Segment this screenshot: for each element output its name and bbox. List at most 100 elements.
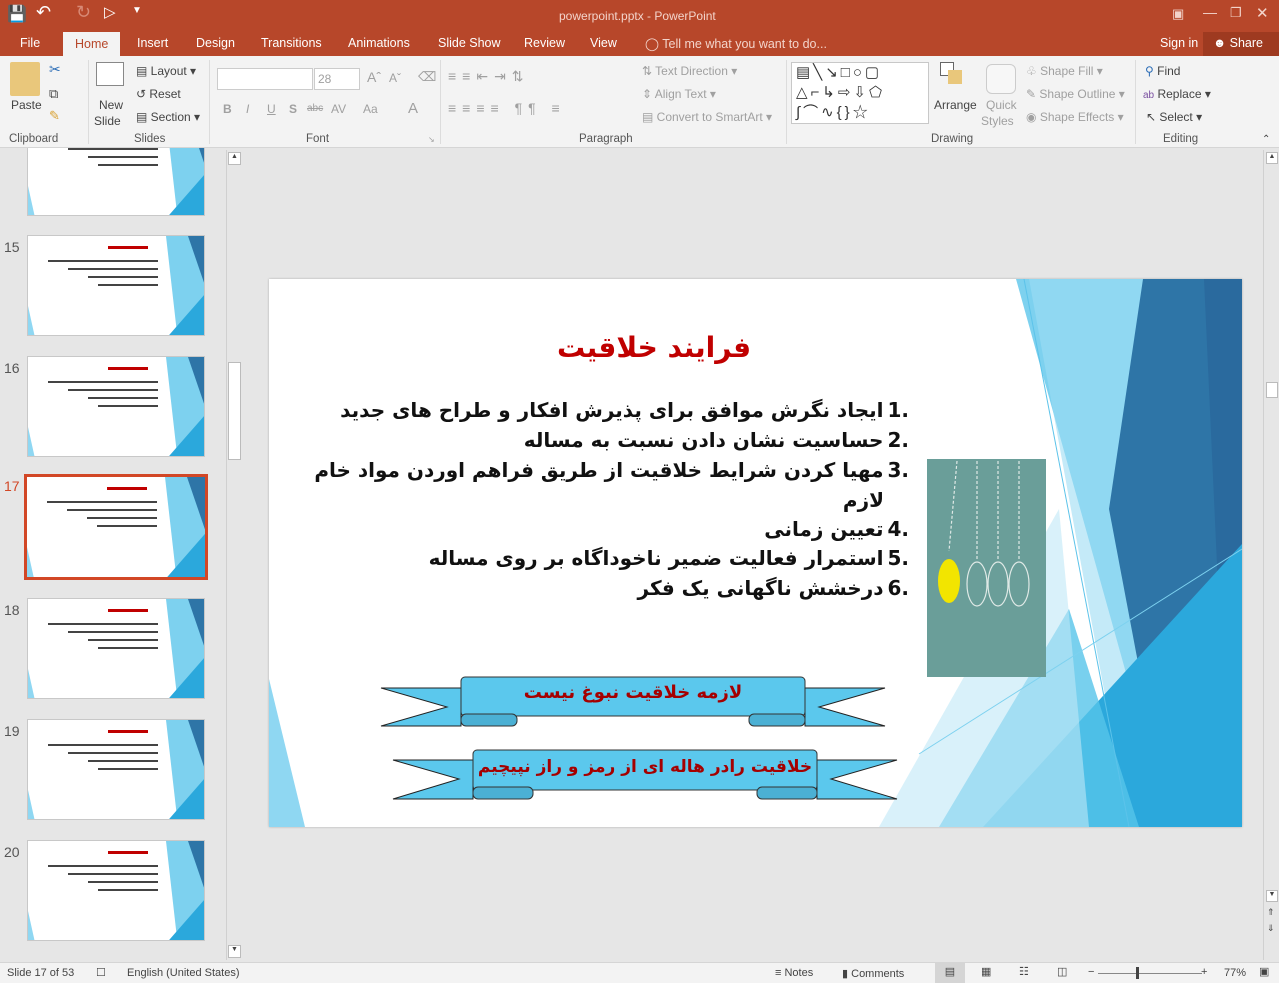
font-name-input[interactable] bbox=[217, 68, 313, 90]
slide-canvas[interactable]: فرایند خلاقیت 1.ایجاد نگرش موافق برای پذ… bbox=[269, 279, 1242, 827]
scroll-down-icon[interactable]: ▼ bbox=[1266, 890, 1278, 902]
new-slide-button-2[interactable]: Slide bbox=[94, 114, 121, 128]
zoom-in-icon[interactable]: + bbox=[1201, 966, 1207, 978]
collapse-ribbon-icon[interactable]: ⌃ bbox=[1262, 134, 1270, 145]
italic-button[interactable]: I bbox=[246, 102, 249, 116]
convert-smartart-button[interactable]: ▤ Convert to SmartArt ▾ bbox=[642, 110, 772, 124]
bullet-item[interactable]: 6.درخشش ناگهانی یک فکر bbox=[638, 576, 909, 600]
zoom-out-icon[interactable]: − bbox=[1088, 966, 1094, 978]
shapes-gallery[interactable]: ▤╲↘□○▢ △⌐↳⇨⇩⬠ ∫⌒∿{}☆ bbox=[791, 62, 929, 124]
section-button[interactable]: ▤ Section ▾ bbox=[136, 110, 200, 124]
bullet-item[interactable]: 2.حساسیت نشان دادن نسبت به مساله bbox=[524, 428, 909, 452]
notes-button[interactable]: ≡ Notes bbox=[775, 967, 813, 979]
scroll-up-icon[interactable]: ▲ bbox=[1266, 152, 1278, 164]
slide-thumbnail[interactable] bbox=[27, 840, 205, 941]
next-slide-icon[interactable]: ⇓ bbox=[1267, 923, 1275, 934]
copy-icon[interactable]: ⧉ bbox=[49, 86, 58, 102]
list-buttons[interactable]: ≡≡⇤⇥⇅ bbox=[448, 68, 530, 85]
slide-thumbnail[interactable] bbox=[27, 598, 205, 699]
slide-title[interactable]: فرایند خلاقیت bbox=[419, 331, 889, 364]
change-case-button[interactable]: Aa bbox=[363, 102, 378, 116]
spell-check-icon[interactable]: ☐ bbox=[96, 966, 106, 979]
tab-file[interactable]: File bbox=[20, 36, 40, 50]
save-icon[interactable]: 💾 bbox=[7, 4, 27, 24]
scrollbar-thumb[interactable] bbox=[228, 362, 241, 460]
font-dialog-launcher-icon[interactable]: ↘ bbox=[428, 135, 435, 144]
restore-icon[interactable]: ❐ bbox=[1230, 5, 1242, 21]
language-indicator[interactable]: English (United States) bbox=[127, 967, 240, 979]
scrollbar-thumb[interactable] bbox=[1266, 382, 1278, 398]
tab-home[interactable]: Home bbox=[63, 32, 121, 56]
slide-show-icon[interactable]: ◫ bbox=[1057, 965, 1067, 978]
thumbnails-scrollbar[interactable]: ▲ ▼ bbox=[226, 150, 242, 960]
increase-font-icon[interactable]: Aˆ bbox=[367, 69, 381, 85]
redo-icon[interactable]: ↻ bbox=[76, 2, 91, 23]
slide-thumbnail[interactable] bbox=[27, 719, 205, 820]
minimize-icon[interactable]: — bbox=[1203, 4, 1217, 20]
clear-formatting-icon[interactable]: ⌫ bbox=[418, 69, 436, 85]
editor-scrollbar[interactable]: ▲ ▼ ⇑ ⇓ bbox=[1263, 150, 1279, 960]
text-direction-button[interactable]: ⇅ Text Direction ▾ bbox=[642, 64, 737, 78]
zoom-level[interactable]: 77% bbox=[1224, 967, 1246, 979]
scroll-down-icon[interactable]: ▼ bbox=[228, 945, 241, 958]
tab-design[interactable]: Design bbox=[196, 36, 235, 50]
cut-icon[interactable]: ✂ bbox=[49, 61, 61, 78]
bullet-item[interactable]: لازم bbox=[843, 488, 884, 512]
paste-button[interactable]: Paste bbox=[11, 98, 42, 112]
arrange-icon[interactable] bbox=[940, 62, 966, 90]
bullet-item[interactable]: 4.تعیین زمانی bbox=[764, 517, 909, 541]
tab-review[interactable]: Review bbox=[524, 36, 565, 50]
font-size-input[interactable]: 28 bbox=[314, 68, 360, 90]
slide-thumbnail[interactable] bbox=[27, 356, 205, 457]
close-icon[interactable]: ✕ bbox=[1256, 4, 1269, 22]
new-slide-icon[interactable] bbox=[96, 62, 124, 86]
undo-icon[interactable]: ↶ bbox=[36, 2, 51, 23]
quick-styles-button-2[interactable]: Styles bbox=[981, 114, 1014, 128]
tell-me-search[interactable]: ◯ Tell me what you want to do... bbox=[645, 36, 827, 51]
shape-outline-button[interactable]: ✎ Shape Outline ▾ bbox=[1026, 87, 1125, 101]
layout-button[interactable]: ▤ Layout ▾ bbox=[136, 64, 196, 78]
new-slide-button[interactable]: New bbox=[99, 98, 123, 112]
replace-button[interactable]: ab Replace ▾ bbox=[1143, 87, 1211, 101]
share-button[interactable]: ☻ Share bbox=[1203, 32, 1279, 56]
reset-button[interactable]: ↺ Reset bbox=[136, 87, 181, 101]
paste-icon[interactable] bbox=[10, 62, 40, 96]
fit-slide-icon[interactable]: ▣ bbox=[1259, 965, 1269, 978]
tab-view[interactable]: View bbox=[590, 36, 617, 50]
arrange-button[interactable]: Arrange bbox=[934, 98, 977, 112]
slide-thumbnail[interactable] bbox=[24, 474, 208, 580]
bold-button[interactable]: B bbox=[223, 102, 232, 116]
shadow-button[interactable]: S bbox=[289, 102, 297, 116]
quick-styles-button[interactable]: Quick bbox=[986, 98, 1017, 112]
reading-view-icon[interactable]: ☷ bbox=[1019, 965, 1029, 978]
underline-button[interactable]: U bbox=[267, 102, 276, 116]
slide-thumbnail[interactable] bbox=[27, 235, 205, 336]
font-color-button[interactable]: A bbox=[408, 100, 418, 117]
start-from-beginning-icon[interactable]: ▷ bbox=[104, 3, 116, 21]
bullet-item[interactable]: 1.ایجاد نگرش موافق برای پذیرش افکار و طر… bbox=[340, 398, 909, 422]
align-buttons[interactable]: ≡≡≡≡ ¶¶ ≡ bbox=[448, 100, 566, 116]
find-button[interactable]: ⚲ Find bbox=[1145, 64, 1180, 78]
tab-animations[interactable]: Animations bbox=[348, 36, 410, 50]
strikethrough-button[interactable]: abc bbox=[307, 103, 323, 114]
sign-in-link[interactable]: Sign in bbox=[1160, 36, 1198, 50]
bullet-item[interactable]: 5.استمرار فعالیت ضمیر ناخوداگاه بر روی م… bbox=[429, 546, 909, 570]
tab-slide-show[interactable]: Slide Show bbox=[438, 36, 501, 50]
shape-effects-button[interactable]: ◉ Shape Effects ▾ bbox=[1026, 110, 1124, 124]
tab-transitions[interactable]: Transitions bbox=[261, 36, 322, 50]
scroll-up-icon[interactable]: ▲ bbox=[228, 152, 241, 165]
banner-2-text[interactable]: خلاقیت رادر هاله ای از رمز و راز نپیچیم bbox=[465, 757, 825, 777]
comments-button[interactable]: ▮ Comments bbox=[842, 967, 904, 980]
decrease-font-icon[interactable]: Aˇ bbox=[389, 71, 401, 85]
tab-insert[interactable]: Insert bbox=[137, 36, 168, 50]
banner-1-text[interactable]: لازمه خلاقیت نبوغ نیست bbox=[461, 682, 805, 703]
slide-sorter-icon[interactable]: ▦ bbox=[981, 965, 991, 978]
align-text-button[interactable]: ⇕ Align Text ▾ bbox=[642, 87, 716, 101]
character-spacing-button[interactable]: AV bbox=[331, 102, 346, 116]
shape-fill-button[interactable]: ♧ Shape Fill ▾ bbox=[1026, 64, 1103, 78]
quick-styles-icon[interactable] bbox=[986, 64, 1016, 94]
customize-qat-icon[interactable]: ▼ bbox=[132, 5, 142, 16]
zoom-slider[interactable] bbox=[1098, 973, 1202, 974]
slide-thumbnail[interactable] bbox=[27, 148, 205, 216]
zoom-slider-thumb[interactable] bbox=[1135, 967, 1139, 979]
